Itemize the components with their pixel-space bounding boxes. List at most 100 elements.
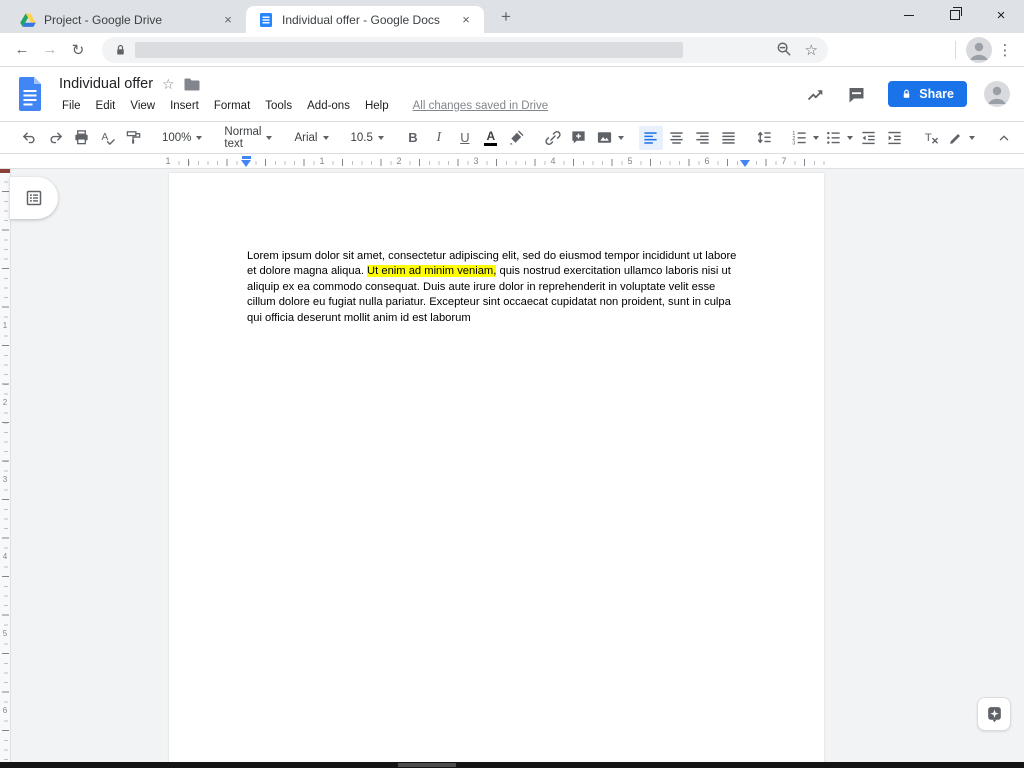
browser-profile-avatar[interactable] (966, 37, 992, 63)
right-indent-marker[interactable] (740, 160, 750, 167)
text-color-button[interactable]: A (479, 126, 503, 150)
star-document-icon[interactable]: ☆ (162, 76, 175, 93)
svg-text:T: T (925, 132, 932, 144)
menu-format[interactable]: Format (211, 99, 253, 113)
bulleted-list-button[interactable] (823, 126, 855, 150)
chevron-down-icon (969, 136, 975, 140)
menu-view[interactable]: View (127, 99, 158, 113)
share-button-label: Share (919, 87, 954, 101)
explore-icon (985, 705, 1004, 724)
align-right-button[interactable] (691, 126, 715, 150)
align-left-button[interactable] (639, 126, 663, 150)
window-minimize-button[interactable] (886, 0, 932, 30)
tab-close-icon[interactable]: × (220, 12, 236, 28)
menu-edit[interactable]: Edit (93, 99, 119, 113)
menu-addons[interactable]: Add-ons (304, 99, 353, 113)
show-outline-button[interactable] (10, 177, 58, 219)
document-title[interactable]: Individual offer (59, 76, 153, 92)
comments-icon[interactable] (847, 86, 866, 103)
tab-google-drive[interactable]: Project - Google Drive × (8, 6, 246, 33)
ruler-number: 4 (548, 156, 558, 166)
tab-close-icon[interactable]: × (458, 12, 474, 28)
first-line-indent-marker[interactable] (242, 156, 251, 159)
insert-image-button[interactable] (593, 126, 627, 150)
ruler-number: 2 (394, 156, 404, 166)
align-center-button[interactable] (665, 126, 689, 150)
insights-icon[interactable] (806, 86, 825, 102)
address-bar[interactable]: ☆ (102, 37, 828, 63)
window-restore-button[interactable] (932, 0, 978, 30)
ruler-number: 5 (625, 156, 635, 166)
bold-button[interactable]: B (401, 126, 425, 150)
docs-file-icon[interactable] (17, 77, 43, 111)
top-margin-marker[interactable] (0, 169, 10, 173)
tab-google-docs[interactable]: Individual offer - Google Docs × (246, 6, 484, 33)
menu-insert[interactable]: Insert (167, 99, 202, 113)
highlight-color-button[interactable] (505, 126, 529, 150)
print-icon (73, 129, 90, 146)
google-drive-icon (20, 13, 36, 27)
line-spacing-button[interactable] (753, 126, 777, 150)
numbered-list-icon: 1 2 3 (791, 129, 808, 146)
lock-icon[interactable] (114, 43, 127, 57)
undo-button[interactable] (17, 126, 41, 150)
numbered-list-button[interactable]: 1 2 3 (789, 126, 821, 150)
docs-header-actions: Share (806, 81, 1010, 107)
browser-menu-icon[interactable]: ⋮ (992, 41, 1018, 59)
font-size-value: 10.5 (351, 132, 373, 144)
add-comment-button[interactable] (567, 126, 591, 150)
divider (955, 41, 956, 59)
redo-button[interactable] (43, 126, 67, 150)
save-status[interactable]: All changes saved in Drive (413, 100, 549, 112)
zoom-select[interactable]: 100% (156, 126, 208, 150)
url-text-redacted (135, 42, 683, 58)
insert-link-button[interactable] (541, 126, 565, 150)
spellcheck-button[interactable]: A (95, 126, 119, 150)
chevron-down-icon (618, 136, 624, 140)
reload-button[interactable]: ↻ (64, 41, 92, 59)
explore-button[interactable] (977, 697, 1011, 731)
line-spacing-icon (756, 129, 773, 146)
horizontal-scrollbar-thumb[interactable] (398, 763, 456, 767)
clear-formatting-button[interactable]: T (919, 126, 943, 150)
new-tab-button[interactable]: + (492, 3, 520, 31)
font-select[interactable]: Arial (288, 126, 334, 150)
left-indent-marker[interactable] (241, 160, 251, 167)
move-to-folder-icon[interactable] (184, 78, 200, 91)
undo-icon (21, 129, 38, 146)
font-value: Arial (294, 132, 317, 144)
forward-button[interactable]: → (36, 41, 64, 58)
font-size-select[interactable]: 10.5 (345, 126, 390, 150)
paragraph-styles-select[interactable]: Normal text (218, 126, 278, 150)
underline-button[interactable]: U (453, 126, 477, 150)
menu-help[interactable]: Help (362, 99, 392, 113)
bookmark-star-icon[interactable]: ☆ (805, 41, 818, 59)
paint-format-button[interactable] (121, 126, 145, 150)
zoom-out-icon[interactable] (776, 41, 793, 58)
ruler-number: 1 (163, 156, 173, 166)
justify-icon (720, 129, 737, 146)
italic-button[interactable]: I (427, 126, 451, 150)
menu-file[interactable]: File (59, 99, 84, 113)
decrease-indent-button[interactable] (857, 126, 881, 150)
share-button[interactable]: Share (888, 81, 967, 107)
print-button[interactable] (69, 126, 93, 150)
increase-indent-button[interactable] (883, 126, 907, 150)
window-close-button[interactable]: × (978, 0, 1024, 30)
clear-formatting-icon: T (922, 129, 939, 146)
menu-bar: File Edit View Insert Format Tools Add-o… (59, 96, 548, 115)
ruler-number: 1 (0, 321, 10, 330)
menu-tools[interactable]: Tools (262, 99, 295, 113)
justify-button[interactable] (717, 126, 741, 150)
docs-profile-avatar[interactable] (984, 81, 1010, 107)
chevron-down-icon (323, 136, 329, 140)
docs-header: Individual offer ☆ File Edit View Insert… (0, 67, 1024, 122)
collapse-toolbar-button[interactable] (992, 126, 1016, 150)
tab-strip: Project - Google Drive × Individual offe… (0, 0, 1024, 33)
text-color-icon: A (484, 130, 497, 146)
editing-mode-button[interactable] (944, 126, 980, 150)
ruler-half-ticks (188, 159, 825, 166)
ruler-number: 6 (702, 156, 712, 166)
document-page[interactable]: Lorem ipsum dolor sit amet, consectetur … (169, 173, 824, 768)
back-button[interactable]: ← (8, 41, 36, 58)
